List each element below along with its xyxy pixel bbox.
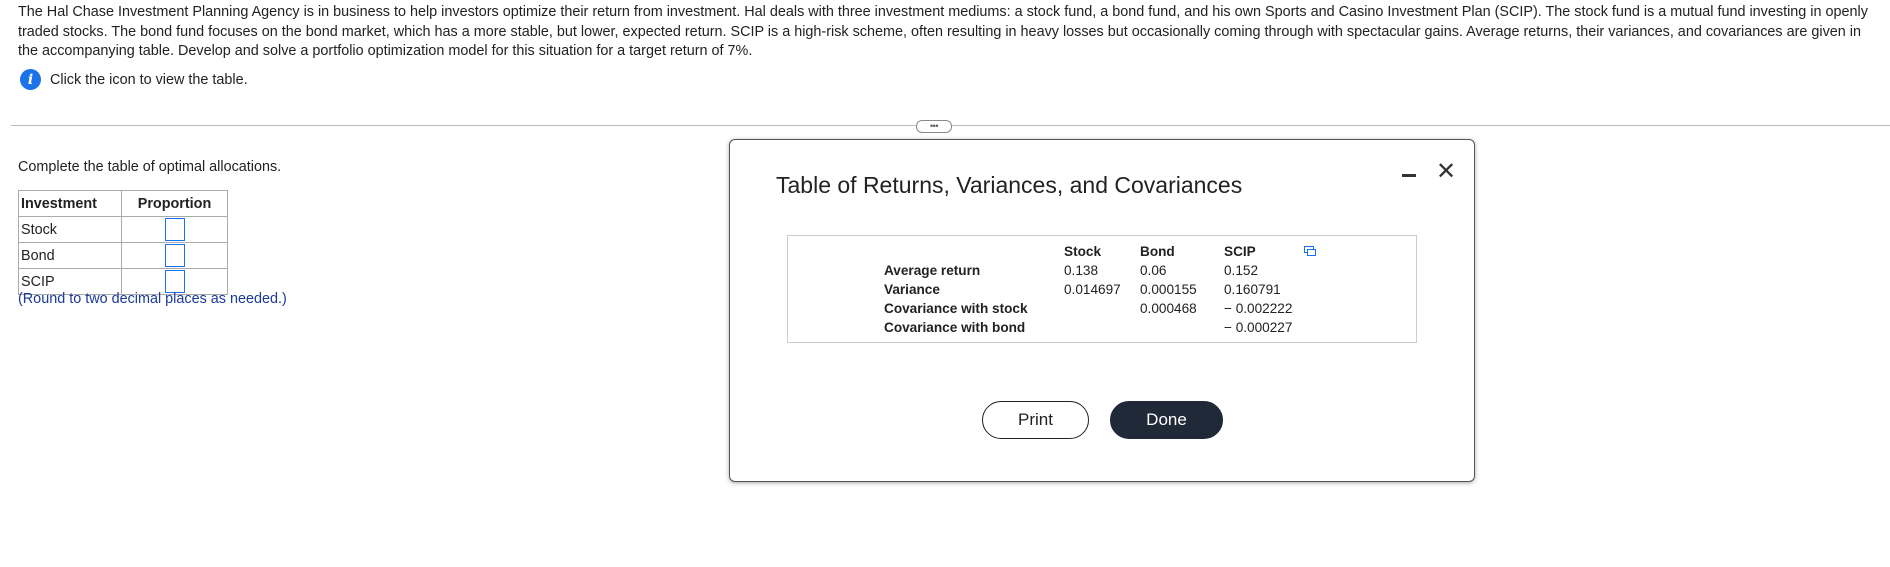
info-icon[interactable]: i bbox=[20, 69, 41, 90]
expand-button[interactable]: ••• bbox=[916, 120, 952, 133]
table-row: Variance 0.014697 0.000155 0.160791 bbox=[884, 280, 1294, 299]
info-text: Click the icon to view the table. bbox=[50, 71, 248, 88]
row-label-bond: Bond bbox=[18, 242, 122, 269]
close-icon[interactable]: ✕ bbox=[1436, 158, 1456, 186]
problem-statement: The Hal Chase Investment Planning Agency… bbox=[18, 4, 1868, 59]
done-button[interactable]: Done bbox=[1110, 401, 1223, 439]
table-row: Bond bbox=[18, 242, 228, 269]
allocation-header-row: Investment Proportion bbox=[18, 190, 228, 217]
row-label: Variance bbox=[884, 282, 940, 297]
row-label: Covariance with bond bbox=[884, 320, 1026, 335]
stock-proportion-input[interactable] bbox=[164, 218, 185, 241]
table-row: Stock bbox=[18, 216, 228, 243]
scip-cell: 0.160791 bbox=[1224, 282, 1281, 297]
answer-prompt: Complete the table of optimal allocation… bbox=[18, 159, 282, 175]
row-label-stock: Stock bbox=[18, 216, 122, 243]
investment-header: Investment bbox=[18, 190, 122, 217]
row-label: Average return bbox=[884, 263, 981, 278]
col-header-scip: SCIP bbox=[1224, 243, 1256, 259]
bond-cell: 0.000468 bbox=[1140, 301, 1197, 316]
allocation-table: Investment Proportion Stock Bond SCIP bbox=[18, 190, 228, 295]
table-row: Covariance with bond − 0.000227 bbox=[884, 318, 1294, 337]
scip-cell: − 0.002222 bbox=[1224, 301, 1293, 316]
data-table-container: Stock Bond SCIP Average return 0.138 0.0… bbox=[787, 235, 1417, 343]
minimize-icon[interactable] bbox=[1402, 166, 1418, 182]
data-header-row: Stock Bond SCIP bbox=[884, 241, 1294, 261]
row-label: Covariance with stock bbox=[884, 301, 1028, 316]
print-button[interactable]: Print bbox=[982, 401, 1089, 439]
dialog-title: Table of Returns, Variances, and Covaria… bbox=[776, 172, 1243, 198]
bond-cell: 0.000155 bbox=[1140, 282, 1197, 297]
rounding-hint: (Round to two decimal places as needed.) bbox=[18, 291, 287, 307]
table-row: Average return 0.138 0.06 0.152 bbox=[884, 261, 1294, 280]
col-header-stock: Stock bbox=[1064, 243, 1102, 259]
bond-cell: 0.06 bbox=[1140, 263, 1167, 278]
info-row: i Click the icon to view the table. bbox=[20, 69, 248, 90]
table-row: Covariance with stock 0.000468 − 0.00222… bbox=[884, 299, 1294, 318]
bond-proportion-input[interactable] bbox=[164, 244, 185, 267]
bond-cell bbox=[1140, 318, 1224, 337]
stock-cell: 0.138 bbox=[1064, 263, 1099, 278]
copy-icon[interactable] bbox=[1304, 246, 1316, 256]
data-table-dialog: Table of Returns, Variances, and Covaria… bbox=[729, 139, 1475, 482]
scip-cell: 0.152 bbox=[1224, 263, 1259, 278]
proportion-header: Proportion bbox=[121, 190, 228, 217]
scip-cell: − 0.000227 bbox=[1224, 320, 1293, 335]
stock-cell bbox=[1064, 299, 1140, 318]
col-header-bond: Bond bbox=[1140, 243, 1175, 259]
stock-cell bbox=[1064, 318, 1140, 337]
stock-cell: 0.014697 bbox=[1064, 282, 1121, 297]
returns-table: Stock Bond SCIP Average return 0.138 0.0… bbox=[884, 241, 1294, 337]
scip-proportion-input[interactable] bbox=[164, 270, 185, 293]
